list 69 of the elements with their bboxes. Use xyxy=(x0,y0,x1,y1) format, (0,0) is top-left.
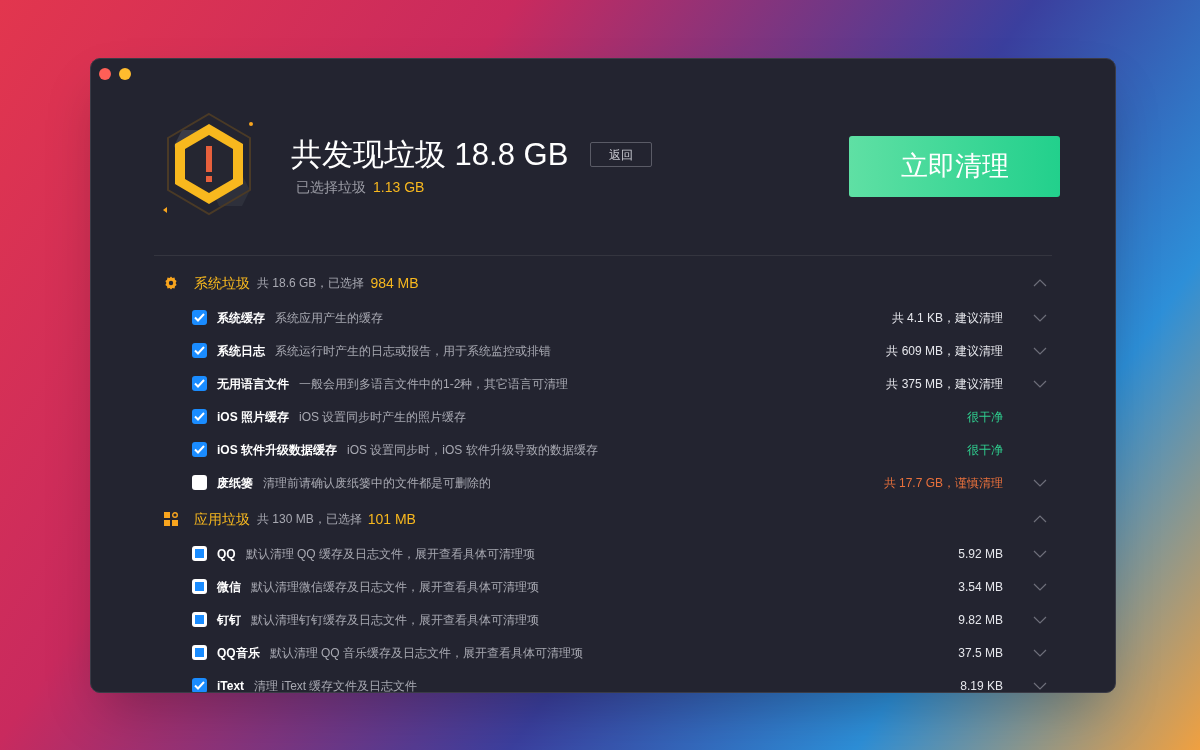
item-name: 无用语言文件 xyxy=(217,375,289,393)
expand-chevron-icon[interactable] xyxy=(1033,379,1047,388)
item-status: 共 17.7 GB，谨慎清理 xyxy=(883,474,1003,492)
minimize-button[interactable] xyxy=(119,68,131,80)
item-description: 一般会用到多语言文件中的1-2种，其它语言可清理 xyxy=(299,375,569,393)
item-status: 37.5 MB xyxy=(958,644,1003,662)
item-description: 系统运行时产生的日志或报告，用于系统监控或排错 xyxy=(275,342,551,360)
item-status: 共 4.1 KB，建议清理 xyxy=(891,309,1003,327)
category-title: 系统垃圾 xyxy=(194,273,250,293)
back-button[interactable]: 返回 xyxy=(590,142,653,167)
item-name: QQ xyxy=(217,545,236,563)
checkbox[interactable] xyxy=(192,645,207,660)
collapse-chevron-icon[interactable] xyxy=(1033,279,1047,287)
item-name: QQ音乐 xyxy=(217,644,260,662)
item-status: 8.19 KB xyxy=(960,677,1003,692)
checkbox[interactable] xyxy=(192,310,207,325)
item-description: 默认清理微信缓存及日志文件，展开查看具体可清理项 xyxy=(251,578,539,596)
expand-chevron-icon[interactable] xyxy=(1033,681,1047,690)
item-status: 很干净 xyxy=(967,441,1003,459)
category-summary: 共 18.6 GB，已选择 xyxy=(257,275,365,292)
item-status: 9.82 MB xyxy=(958,611,1003,629)
item-description: 系统应用产生的缓存 xyxy=(275,309,383,327)
checkbox[interactable] xyxy=(192,475,207,490)
item-status: 5.92 MB xyxy=(958,545,1003,563)
checkbox[interactable] xyxy=(192,442,207,457)
selected-junk-size: 1.13 GB xyxy=(373,177,425,197)
apps-grid-icon xyxy=(164,512,178,526)
close-button[interactable] xyxy=(99,68,111,80)
item-status: 共 375 MB，建议清理 xyxy=(886,375,1003,393)
checkbox[interactable] xyxy=(192,612,207,627)
item-description: 默认清理 QQ 音乐缓存及日志文件，展开查看具体可清理项 xyxy=(269,644,583,662)
item-description: 清理 iText 缓存文件及日志文件 xyxy=(254,677,418,692)
item-name: iText xyxy=(217,677,245,692)
expand-chevron-icon[interactable] xyxy=(1033,582,1047,591)
category-title: 应用垃圾 xyxy=(194,509,250,529)
item-description: 默认清理钉钉缓存及日志文件，展开查看具体可清理项 xyxy=(251,611,539,629)
item-name: iOS 照片缓存 xyxy=(217,408,289,426)
checkbox[interactable] xyxy=(192,678,207,692)
item-name: 废纸篓 xyxy=(217,474,253,492)
checkbox[interactable] xyxy=(192,376,207,391)
expand-chevron-icon[interactable] xyxy=(1033,615,1047,624)
item-description: 默认清理 QQ 缓存及日志文件，展开查看具体可清理项 xyxy=(245,545,535,563)
gear-icon xyxy=(164,276,178,290)
category-summary: 共 130 MB，已选择 xyxy=(257,511,362,528)
item-description: iOS 设置同步时，iOS 软件升级导致的数据缓存 xyxy=(347,441,598,459)
expand-chevron-icon[interactable] xyxy=(1033,549,1047,558)
checkbox[interactable] xyxy=(192,409,207,424)
expand-chevron-icon[interactable] xyxy=(1033,346,1047,355)
item-name: 系统日志 xyxy=(217,342,265,360)
item-name: 微信 xyxy=(217,578,241,596)
item-status: 共 609 MB，建议清理 xyxy=(886,342,1003,360)
item-description: iOS 设置同步时产生的照片缓存 xyxy=(299,408,467,426)
item-status: 很干净 xyxy=(967,408,1003,426)
expand-chevron-icon[interactable] xyxy=(1033,313,1047,322)
checkbox[interactable] xyxy=(192,343,207,358)
item-name: iOS 软件升级数据缓存 xyxy=(217,441,337,459)
item-name: 系统缓存 xyxy=(217,309,265,327)
checkbox[interactable] xyxy=(192,579,207,594)
collapse-chevron-icon[interactable] xyxy=(1033,515,1047,523)
selected-junk-label: 已选择垃圾 xyxy=(296,177,366,197)
item-status: 3.54 MB xyxy=(958,578,1003,596)
expand-chevron-icon[interactable] xyxy=(1033,648,1047,657)
category-selected-size: 101 MB xyxy=(367,509,416,529)
junk-found-title: 共发现垃圾 18.8 GB xyxy=(291,135,569,174)
checkbox[interactable] xyxy=(192,546,207,561)
expand-chevron-icon[interactable] xyxy=(1033,478,1047,487)
item-name: 钉钉 xyxy=(217,611,241,629)
category-selected-size: 984 MB xyxy=(370,273,419,293)
item-description: 清理前请确认废纸篓中的文件都是可删除的 xyxy=(263,474,491,492)
